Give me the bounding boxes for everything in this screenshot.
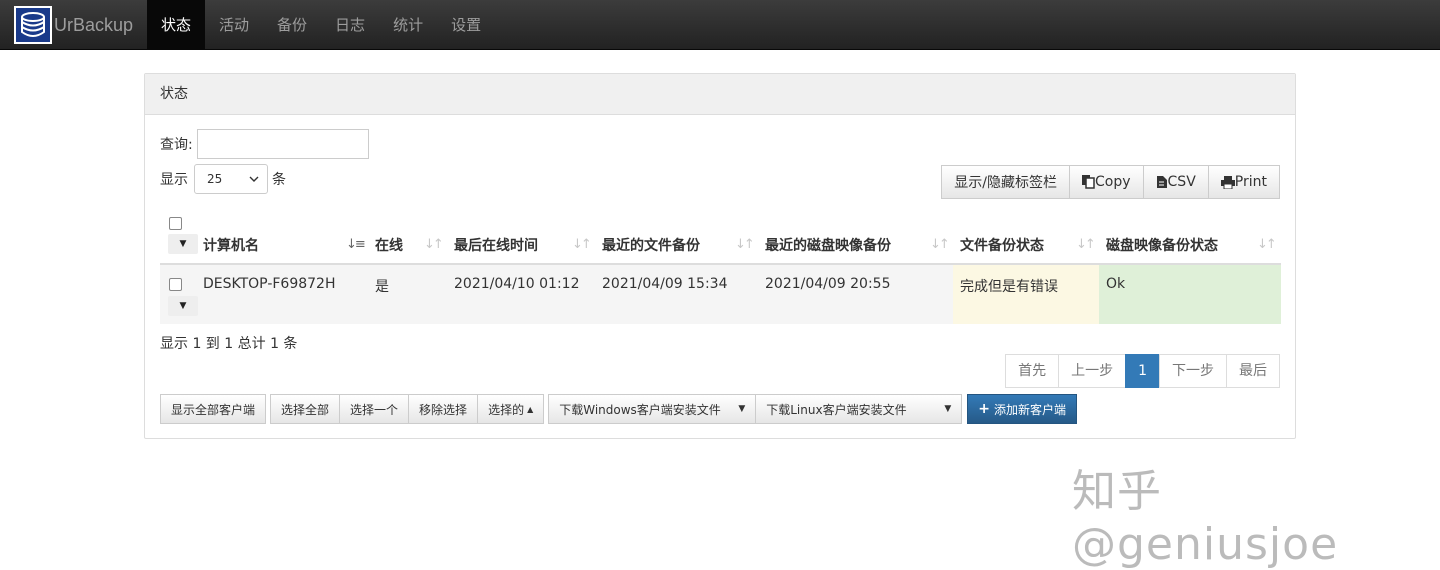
cell-last-image-backup: 2021/04/09 20:55 — [765, 276, 891, 292]
nav-backups[interactable]: 备份 — [263, 0, 321, 50]
print-button[interactable]: Print — [1207, 165, 1280, 199]
download-windows-label: 下载Windows客户端安装文件 — [559, 402, 721, 417]
sort-desc-icon[interactable]: ↓≡ — [346, 237, 366, 252]
page-first[interactable]: 首先 — [1005, 354, 1060, 388]
csv-button[interactable]: CSV — [1142, 165, 1209, 199]
csv-label: CSV — [1167, 174, 1196, 190]
cell-image-status: Ok — [1106, 276, 1126, 292]
watermark: 知乎 @geniusjoe — [1072, 466, 1339, 570]
col-file-backup-status[interactable]: 文件备份状态 — [960, 237, 1044, 261]
col-last-image-backup[interactable]: 最近的磁盘映像备份 — [765, 237, 891, 261]
table-info: 显示 1 到 1 总计 1 条 — [160, 336, 298, 352]
print-label: Print — [1234, 174, 1267, 190]
row-menu-caret[interactable]: ▼ — [168, 296, 198, 316]
client-actions: 显示全部客户端 选择全部 选择一个 移除选择 选择的 ▲ 下载Windows客户… — [160, 394, 1077, 424]
download-linux-dropdown[interactable]: 下载Linux客户端安装文件 ▼ — [755, 394, 963, 424]
page-current[interactable]: 1 — [1125, 354, 1160, 388]
image-status-cell — [1099, 265, 1281, 324]
cell-last-seen: 2021/04/10 01:12 — [454, 276, 580, 292]
select-all-button[interactable]: 选择全部 — [270, 394, 341, 424]
sort-icon[interactable]: ↓↑ — [1076, 237, 1096, 252]
page-prev[interactable]: 上一步 — [1058, 354, 1127, 388]
selected-label: 选择的 — [488, 402, 525, 417]
nav-logs[interactable]: 日志 — [321, 0, 379, 50]
plus-icon: + — [978, 401, 990, 417]
length-prefix: 显示 — [160, 172, 188, 188]
select-all-checkbox[interactable] — [169, 217, 182, 230]
cell-file-status: 完成但是有错误 — [960, 279, 1058, 295]
download-linux-label: 下载Linux客户端安装文件 — [766, 402, 907, 417]
col-last-file-backup[interactable]: 最近的文件备份 — [602, 237, 700, 261]
toggle-columns-button[interactable]: 显示/隐藏标签栏 — [941, 165, 1071, 199]
caret-down-icon: ▼ — [738, 404, 746, 414]
length-suffix: 条 — [272, 172, 286, 188]
selected-dropdown-button[interactable]: 选择的 ▲ — [477, 394, 545, 424]
caret-up-icon: ▲ — [527, 404, 534, 414]
export-button-group: 显示/隐藏标签栏 Copy CSV Print — [941, 165, 1280, 199]
top-navbar: UrBackup 状态 活动 备份 日志 统计 设置 — [0, 0, 1440, 50]
copy-button[interactable]: Copy — [1069, 165, 1144, 199]
page-length-value: 25 — [207, 172, 223, 186]
nav-statistics[interactable]: 统计 — [379, 0, 437, 50]
add-client-label: 添加新客户端 — [993, 402, 1066, 417]
nav-settings[interactable]: 设置 — [437, 0, 495, 50]
copy-icon — [1082, 175, 1095, 189]
nav-status[interactable]: 状态 — [147, 0, 206, 50]
cell-computer-name: DESKTOP-F69872H — [203, 276, 336, 292]
table-header: ▼ 计算机名 ↓≡ 在线 ↓↑ 最后在线时间 ↓↑ 最近的文件备份 ↓↑ 最近的… — [160, 211, 1281, 265]
chevron-down-icon — [249, 176, 259, 182]
sort-icon[interactable]: ↓↑ — [1257, 237, 1277, 252]
nav-activities[interactable]: 活动 — [205, 0, 263, 50]
caret-down-icon: ▼ — [944, 404, 952, 414]
file-icon — [1156, 176, 1167, 188]
brand-name: UrBackup — [54, 14, 134, 35]
print-icon — [1220, 175, 1235, 189]
sort-icon[interactable]: ↓↑ — [572, 237, 592, 252]
header-menu-caret[interactable]: ▼ — [168, 234, 198, 254]
search-row: 查询: — [160, 129, 369, 159]
sort-icon[interactable]: ↓↑ — [424, 237, 444, 252]
select-one-button[interactable]: 选择一个 — [339, 394, 410, 424]
brand[interactable]: UrBackup — [14, 6, 133, 44]
show-all-clients-button[interactable]: 显示全部客户端 — [160, 394, 267, 424]
page-last[interactable]: 最后 — [1226, 354, 1280, 388]
col-online[interactable]: 在线 — [375, 237, 403, 261]
remove-selection-button[interactable]: 移除选择 — [408, 394, 479, 424]
cell-online: 是 — [375, 279, 389, 295]
col-image-backup-status[interactable]: 磁盘映像备份状态 — [1106, 237, 1218, 261]
download-windows-dropdown[interactable]: 下载Windows客户端安装文件 ▼ — [548, 394, 757, 424]
panel-title: 状态 — [145, 74, 1295, 115]
page-next[interactable]: 下一步 — [1159, 354, 1227, 388]
urbackup-logo-icon — [14, 6, 52, 44]
col-computer-name[interactable]: 计算机名 — [203, 237, 259, 261]
page-length-row: 显示 25 条 — [160, 164, 286, 194]
sort-icon[interactable]: ↓↑ — [930, 237, 950, 252]
status-panel: 状态 查询: 显示 25 条 显示/隐藏标签栏 Copy CSV Print ▼… — [144, 73, 1296, 439]
cell-last-file-backup: 2021/04/09 15:34 — [602, 276, 728, 292]
add-client-button[interactable]: + 添加新客户端 — [967, 394, 1077, 424]
pagination: 首先 上一步 1 下一步 最后 — [1005, 354, 1280, 388]
search-label: 查询: — [160, 137, 193, 153]
page-length-select[interactable]: 25 — [194, 164, 268, 194]
row-checkbox[interactable] — [169, 278, 182, 291]
main-nav: 状态 活动 备份 日志 统计 设置 — [147, 0, 495, 50]
sort-icon[interactable]: ↓↑ — [735, 237, 755, 252]
search-input[interactable] — [196, 129, 369, 159]
copy-label: Copy — [1095, 174, 1131, 190]
col-last-seen[interactable]: 最后在线时间 — [454, 237, 538, 261]
table-row[interactable]: ▼ DESKTOP-F69872H 是 2021/04/10 01:12 202… — [160, 265, 1281, 324]
